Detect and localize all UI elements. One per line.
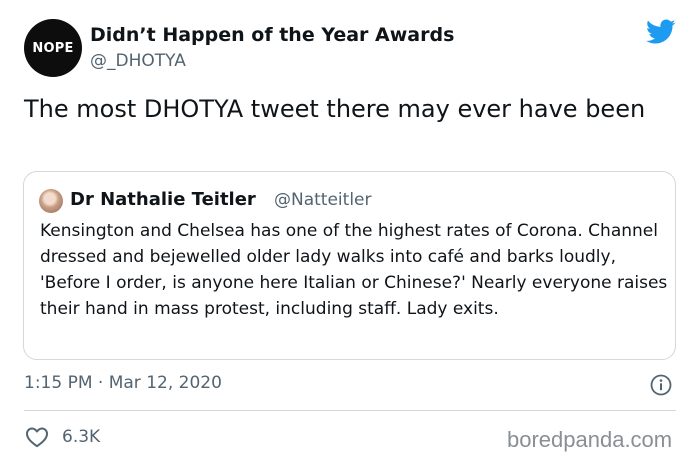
watermark: boredpanda.com [507,427,673,452]
author-display-name[interactable]: Didn’t Happen of the Year Awards [90,24,454,46]
quoted-handle[interactable]: @Natteitler [274,190,371,210]
like-button[interactable]: 6.3K [25,424,100,450]
quoted-text: Kensington and Chelsea has one of the hi… [40,221,668,319]
divider [24,410,676,411]
quoted-tweet[interactable]: Dr Nathalie Teitler @Natteitler Kensingt… [23,171,676,360]
heart-icon [26,427,48,448]
quoted-avatar[interactable] [39,189,63,213]
author-handle[interactable]: @_DHOTYA [90,51,186,71]
avatar-label: NOPE [32,40,74,56]
tweet-text: The most DHOTYA tweet there may ever hav… [24,95,646,123]
timestamp-link[interactable]: 1:15 PM · Mar 12, 2020 [24,373,222,393]
twitter-bird-icon[interactable] [646,19,676,45]
info-icon[interactable] [650,374,672,396]
quoted-display-name[interactable]: Dr Nathalie Teitler [70,189,256,210]
like-count: 6.3K [62,427,101,447]
avatar[interactable]: NOPE [24,19,82,77]
